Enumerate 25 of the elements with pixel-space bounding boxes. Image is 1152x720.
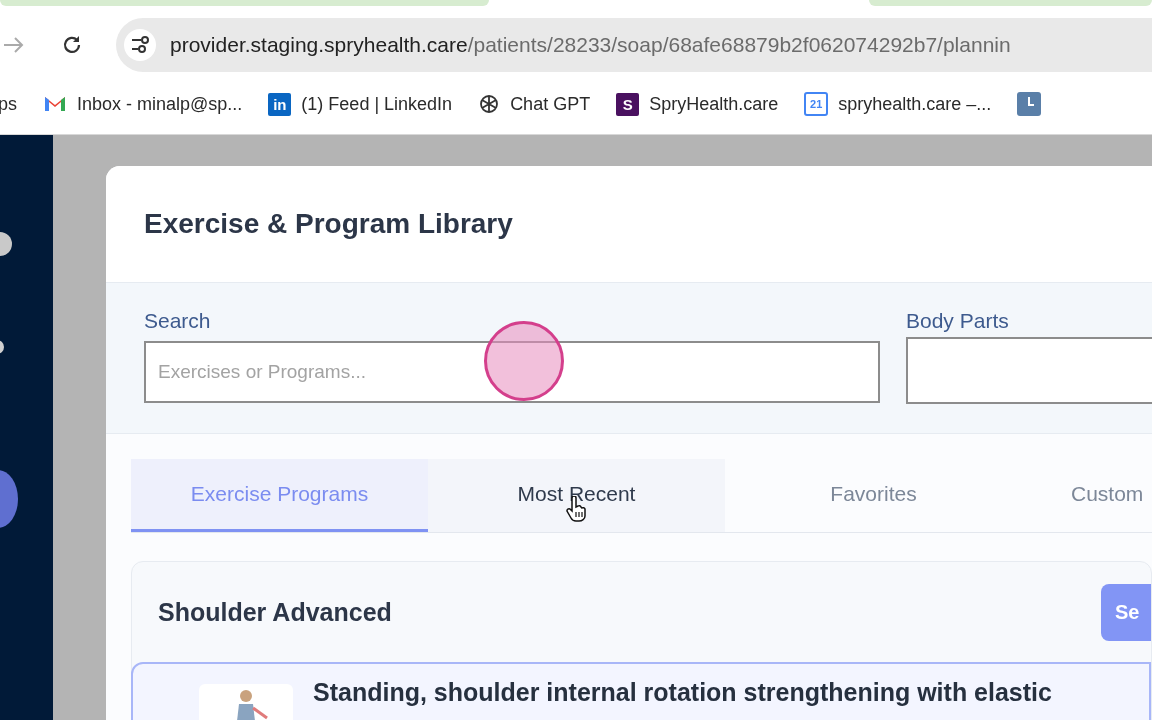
field-label: Body Parts: [906, 309, 1010, 333]
logo-icon: S: [616, 92, 640, 116]
exercise-row[interactable]: Standing, shoulder internal rotation strengthening with elastic: [131, 662, 1151, 720]
knot-icon: [478, 93, 501, 115]
body-parts-field[interactable]: [906, 337, 1152, 404]
tab[interactable]: Custom: [1022, 459, 1152, 532]
program-title: Shoulder Advanced: [158, 597, 392, 627]
tab[interactable]: Most Recent: [428, 459, 725, 532]
bookmark[interactable]: 21 spryhealth.care –...: [804, 92, 992, 116]
field-label: Search: [144, 309, 212, 333]
bookmark[interactable]: Inbox - minalp@sp...: [43, 93, 243, 115]
bookmark[interactable]: Chat GPT: [478, 93, 591, 115]
bookmark[interactable]: S SpryHealth.care: [616, 92, 779, 116]
exercise-title: Standing, shoulder internal rotation strengthening with elastic: [313, 678, 1052, 708]
url-text: provider.staging.spryhealth.care/patients/28233/soap/68afe68879b2f062074292b7/plannin: [170, 33, 1011, 57]
site-settings-icon: [124, 29, 156, 61]
address-bar[interactable]: provider.staging.spryhealth.care/patients/28233/soap/68afe68879b2f062074292b7/plannin: [116, 18, 1152, 72]
tab[interactable]: Favorites: [725, 459, 1022, 532]
calendar-icon: 21: [804, 92, 829, 116]
bookmark[interactable]: ps: [0, 93, 17, 115]
search-field[interactable]: Exercises or Programs...: [144, 341, 880, 403]
bookmark[interactable]: in (1) Feed | LinkedIn: [268, 92, 453, 116]
clock-icon[interactable]: [1017, 92, 1042, 116]
panel-title: Exercise & Program Library: [144, 208, 513, 240]
logo-icon: in: [268, 92, 292, 116]
